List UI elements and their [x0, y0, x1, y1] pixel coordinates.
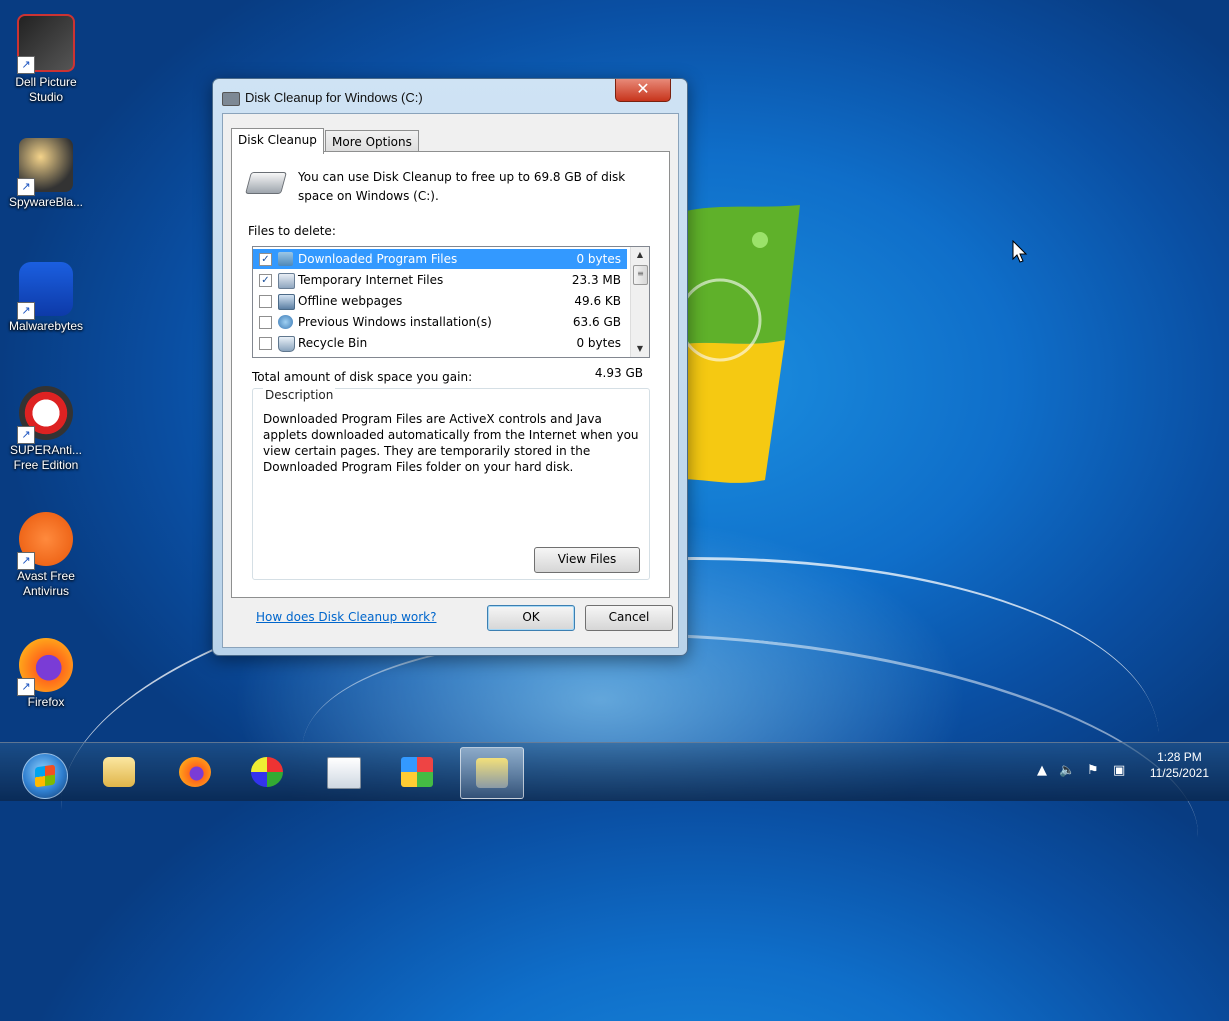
disk-cleanup-window: Disk Cleanup for Windows (C:) ✕ Disk Cle…: [212, 78, 688, 656]
shortcut-arrow-icon: ↗: [17, 302, 35, 320]
wordpad-icon: [327, 757, 361, 789]
taskbar-wordpad[interactable]: [312, 747, 374, 797]
disk-cleanup-icon: [222, 92, 240, 106]
list-item[interactable]: ✓ Downloaded Program Files 0 bytes: [253, 249, 627, 269]
taskbar: ▲ 🔈 ⚑ ▣ 1:28 PM 11/25/2021: [0, 742, 1229, 801]
desktop-icon-label: Dell Picture Studio: [15, 75, 77, 104]
taskbar-app[interactable]: [386, 747, 448, 797]
superantispyware-icon: ↗: [17, 386, 73, 444]
close-button[interactable]: ✕: [615, 79, 671, 102]
description-title: Description: [263, 388, 336, 402]
window-title: Disk Cleanup for Windows (C:): [245, 90, 423, 105]
scroll-thumb[interactable]: ≡: [633, 265, 648, 285]
clock-date: 11/25/2021: [1149, 766, 1209, 780]
cancel-button[interactable]: Cancel: [585, 605, 673, 631]
files-list[interactable]: ✓ Downloaded Program Files 0 bytes ✓ Tem…: [252, 246, 650, 358]
shortcut-arrow-icon: ↗: [17, 552, 35, 570]
desktop-icon-firefox[interactable]: ↗ Firefox: [4, 638, 88, 710]
checkbox[interactable]: ✓: [259, 253, 272, 266]
file-size: 0 bytes: [576, 252, 621, 266]
list-item[interactable]: ✓ Temporary Internet Files 23.3 MB: [253, 270, 627, 290]
app-icon: [401, 757, 433, 787]
taskbar-firefox[interactable]: [164, 747, 226, 797]
file-size: 63.6 GB: [572, 315, 621, 329]
help-link[interactable]: How does Disk Cleanup work?: [256, 610, 437, 624]
file-size: 49.6 KB: [574, 294, 621, 308]
desktop-icon-superantispyware[interactable]: ↗ SUPERAnti... Free Edition: [4, 386, 88, 473]
desktop-icon-avast[interactable]: ↗ Avast Free Antivirus: [4, 512, 88, 599]
file-size: 23.3 MB: [571, 273, 621, 287]
start-button[interactable]: [22, 753, 68, 799]
clock-time: 1:28 PM: [1157, 750, 1202, 764]
file-name: Offline webpages: [298, 294, 403, 308]
shortcut-arrow-icon: ↗: [17, 56, 35, 74]
ok-button[interactable]: OK: [487, 605, 575, 631]
file-name: Downloaded Program Files: [298, 252, 458, 266]
volume-icon[interactable]: 🔈: [1059, 763, 1075, 778]
scroll-up-arrow-icon[interactable]: ▲: [631, 247, 649, 263]
checkbox[interactable]: [259, 337, 272, 350]
checkbox[interactable]: ✓: [259, 274, 272, 287]
list-scrollbar[interactable]: ▲ ≡ ▼: [630, 247, 649, 357]
clock[interactable]: 1:28 PM 11/25/2021: [1150, 749, 1209, 781]
list-item[interactable]: Previous Windows installation(s) 63.6 GB: [253, 312, 627, 332]
taskbar-file-explorer[interactable]: [88, 747, 150, 797]
checkbox[interactable]: [259, 316, 272, 329]
desktop-icon-label: SUPERAnti... Free Edition: [9, 443, 83, 472]
mouse-cursor-icon: [1012, 240, 1028, 263]
network-icon[interactable]: ▣: [1113, 763, 1125, 778]
offline-page-icon: [278, 294, 295, 310]
shortcut-arrow-icon: ↗: [17, 178, 35, 196]
disk-cleanup-icon: [476, 758, 508, 788]
desktop-icon-malwarebytes[interactable]: ↗ Malwarebytes: [4, 262, 88, 334]
page-icon: [278, 273, 295, 289]
shortcut-arrow-icon: ↗: [17, 678, 35, 696]
total-space-value: 4.93 GB: [594, 366, 643, 380]
file-name: Recycle Bin: [298, 336, 368, 350]
file-name: Temporary Internet Files: [298, 273, 444, 287]
checkbox[interactable]: [259, 295, 272, 308]
list-item[interactable]: Recycle Bin 0 bytes: [253, 333, 627, 353]
taskbar-paint[interactable]: [236, 747, 298, 797]
desktop-icon-label: SpywareBla...: [8, 195, 84, 209]
show-hidden-icons-icon[interactable]: ▲: [1037, 763, 1047, 778]
dell-picture-studio-icon: ↗: [17, 14, 75, 74]
files-to-delete-label: Files to delete:: [248, 224, 336, 238]
malwarebytes-icon: ↗: [17, 262, 73, 320]
tab-panel-disk-cleanup: You can use Disk Cleanup to free up to 6…: [231, 151, 670, 624]
scroll-down-arrow-icon[interactable]: ▼: [631, 341, 649, 357]
desktop-icon-label: Firefox: [27, 695, 65, 709]
description-text: Downloaded Program Files are ActiveX con…: [263, 412, 639, 474]
taskbar-disk-cleanup[interactable]: [460, 747, 524, 799]
avast-icon: ↗: [17, 512, 73, 570]
dialog-client-area: Disk Cleanup More Options You can use Di…: [222, 113, 679, 648]
shortcut-arrow-icon: ↗: [17, 426, 35, 444]
desktop-icon-dell-picture-studio[interactable]: ↗ Dell Picture Studio: [4, 14, 88, 105]
folder-icon: [278, 252, 293, 266]
tab-disk-cleanup[interactable]: Disk Cleanup: [231, 128, 324, 154]
windows-installation-icon: [278, 315, 293, 329]
desktop-icon-spywareblaster[interactable]: ↗ SpywareBla...: [4, 138, 88, 210]
tab-more-options[interactable]: More Options: [325, 130, 419, 153]
desktop-icon-label: Avast Free Antivirus: [17, 569, 75, 598]
system-tray: ▲ 🔈 ⚑ ▣ 1:28 PM 11/25/2021: [1019, 743, 1229, 801]
title-bar[interactable]: Disk Cleanup for Windows (C:) ✕: [213, 79, 687, 113]
intro-text: You can use Disk Cleanup to free up to 6…: [298, 170, 626, 203]
file-size: 0 bytes: [576, 336, 621, 350]
firefox-icon: [179, 757, 211, 787]
firefox-icon: ↗: [17, 638, 73, 696]
spywareblaster-icon: ↗: [17, 138, 73, 196]
paint-icon: [251, 757, 283, 787]
file-explorer-icon: [103, 757, 135, 787]
file-name: Previous Windows installation(s): [298, 315, 492, 329]
view-files-button[interactable]: View Files: [534, 547, 640, 573]
windows-logo-icon: [35, 764, 55, 788]
total-space-label: Total amount of disk space you gain:: [252, 370, 473, 384]
action-center-flag-icon[interactable]: ⚑: [1087, 763, 1099, 778]
hard-drive-icon: [245, 172, 287, 194]
desktop-icon-label: Malwarebytes: [8, 319, 84, 333]
list-item[interactable]: Offline webpages 49.6 KB: [253, 291, 627, 311]
recycle-bin-icon: [278, 336, 295, 352]
